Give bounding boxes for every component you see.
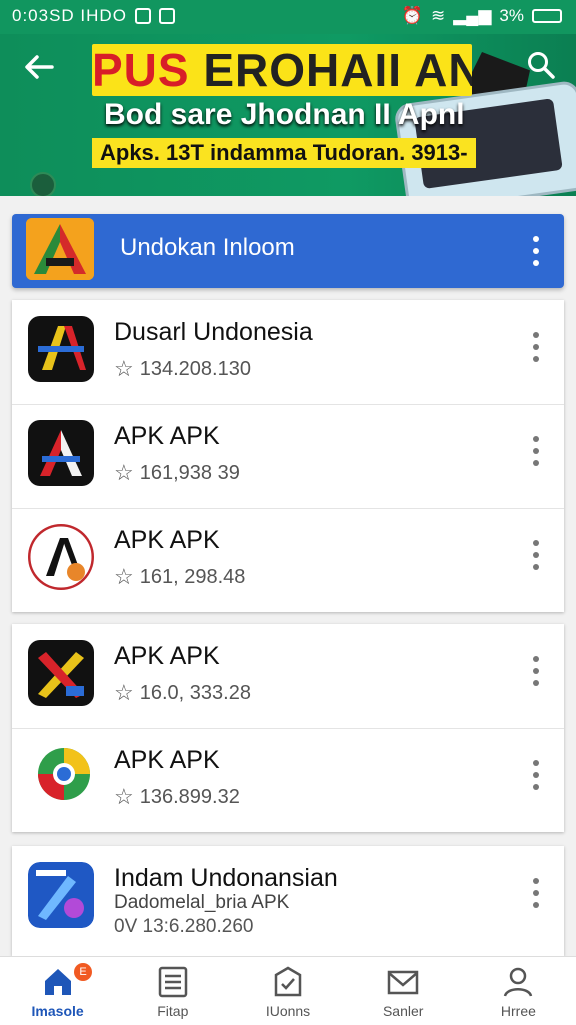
wifi-icon: ≋	[430, 6, 446, 25]
section-header[interactable]: Undokan Inloom	[12, 214, 564, 288]
mail-icon	[387, 970, 419, 995]
app-icon	[28, 316, 94, 382]
battery-icon	[532, 9, 562, 23]
app-list-item[interactable]: Dusarl Undonesia ☆ 134.208.130	[12, 300, 564, 405]
app-list-card: APK APK ☆ 16.0, 333.28 APK APK ☆ 136.899…	[12, 624, 564, 832]
app-name: APK APK	[114, 746, 220, 774]
banner-title-part1: PUS	[92, 44, 190, 96]
star-icon: ☆	[114, 680, 134, 705]
star-icon: ☆	[114, 356, 134, 381]
home-icon	[44, 969, 71, 995]
status-time: 0:03SD IHDO	[12, 6, 127, 25]
app-list-card: Dusarl Undonesia ☆ 134.208.130 APK APK ☆…	[12, 300, 564, 612]
app-icon	[28, 862, 94, 928]
location-pin-icon	[30, 172, 56, 196]
nav-label: Fitap	[157, 1003, 189, 1019]
status-left: 0:03SD IHDO	[12, 6, 175, 26]
nav-label: Sanler	[382, 1003, 424, 1019]
user-icon	[504, 967, 533, 997]
app-name: Dusarl Undonesia	[114, 318, 313, 346]
app-subtitle: Dadomelal_bria APK	[114, 892, 290, 913]
app-stats: ☆ 16.0, 333.28	[114, 680, 251, 706]
signal-icon: ▂▄▆	[453, 6, 492, 25]
item-more-icon[interactable]	[532, 760, 540, 790]
nav-profile[interactable]: Hrree	[461, 957, 576, 1025]
app-list-item[interactable]: APK APK ☆ 136.899.32	[12, 728, 564, 832]
banner-strip: Apks. 13T indamma Tudoran. 3913-	[92, 138, 476, 168]
app-stats: ☆ 136.899.32	[114, 784, 240, 810]
nav-label: Hrree	[500, 1003, 536, 1019]
app-list-item[interactable]: APK APK ☆ 161, 298.48	[12, 508, 564, 612]
nav-mail[interactable]: Sanler	[346, 957, 461, 1025]
app-stats: ☆ 161, 298.48	[114, 564, 245, 590]
app-icon	[28, 640, 94, 706]
search-icon[interactable]	[526, 50, 556, 80]
app-name: APK APK	[114, 526, 220, 554]
app-stat-value: 161, 298.48	[139, 565, 246, 588]
nav-label: Imasole	[31, 1003, 84, 1019]
app-name: Indam Undonansian	[114, 864, 338, 892]
star-icon: ☆	[114, 784, 134, 809]
section-more-icon[interactable]	[532, 236, 540, 266]
app-name: APK APK	[114, 642, 220, 670]
app-list-item[interactable]: Indam Undonansian Dadomelal_bria APK 0V …	[12, 846, 564, 956]
banner-title: PUS EROHAII AN	[92, 44, 472, 96]
alarm-icon: ⏰	[401, 6, 423, 25]
app-stats: ☆ 134.208.130	[114, 356, 251, 382]
item-more-icon[interactable]	[532, 436, 540, 466]
status-right: ⏰ ≋ ▂▄▆ 3%	[402, 6, 562, 26]
app-list-item[interactable]: APK APK ☆ 16.0, 333.28	[12, 624, 564, 729]
app-name: APK APK	[114, 422, 220, 450]
status-bar: 0:03SD IHDO ⏰ ≋ ▂▄▆ 3%	[0, 0, 576, 34]
banner-subtitle: Bod sare Jhodnan II Apnl	[104, 98, 465, 131]
item-more-icon[interactable]	[532, 656, 540, 686]
section-title: Undokan Inloom	[120, 234, 295, 261]
item-more-icon[interactable]	[532, 878, 540, 908]
app-list-item[interactable]: APK APK ☆ 161,938 39	[12, 404, 564, 509]
back-arrow-icon[interactable]	[22, 50, 56, 84]
item-more-icon[interactable]	[532, 332, 540, 362]
notification-badge: E	[74, 963, 92, 981]
bottom-navigation: E Imasole Fitap IUonns Sanler Hrree	[0, 956, 576, 1025]
app-icon	[28, 744, 94, 810]
item-more-icon[interactable]	[532, 540, 540, 570]
star-icon: ☆	[114, 460, 134, 485]
app-icon	[28, 420, 94, 486]
app-stat-value: 161,938 39	[139, 461, 240, 484]
notification-icon	[134, 8, 151, 24]
app-stat-value: 16.0, 333.28	[139, 681, 251, 704]
app-stat-value: 134.208.130	[139, 357, 251, 380]
nav-list[interactable]: Fitap	[115, 957, 230, 1025]
promo-banner[interactable]: PUS EROHAII AN Bod sare Jhodnan II Apnl …	[0, 34, 576, 196]
section-logo-icon	[26, 218, 94, 280]
badge-check-icon	[274, 966, 302, 997]
star-icon: ☆	[114, 564, 134, 589]
app-stat-value: 136.899.32	[139, 785, 240, 808]
notification-icon	[158, 8, 175, 24]
nav-home[interactable]: E Imasole	[0, 957, 115, 1025]
nav-verified[interactable]: IUonns	[230, 957, 345, 1025]
battery-text: 3%	[499, 6, 524, 25]
app-list-card: Indam Undonansian Dadomelal_bria APK 0V …	[12, 846, 564, 956]
app-stats: ☆ 161,938 39	[114, 460, 240, 486]
nav-label: IUonns	[265, 1003, 311, 1019]
app-icon	[28, 524, 94, 590]
app-stat-value: 0V 13:6.280.260	[114, 916, 254, 937]
banner-title-part2: EROHAII AN	[203, 44, 472, 96]
list-icon	[158, 966, 188, 998]
